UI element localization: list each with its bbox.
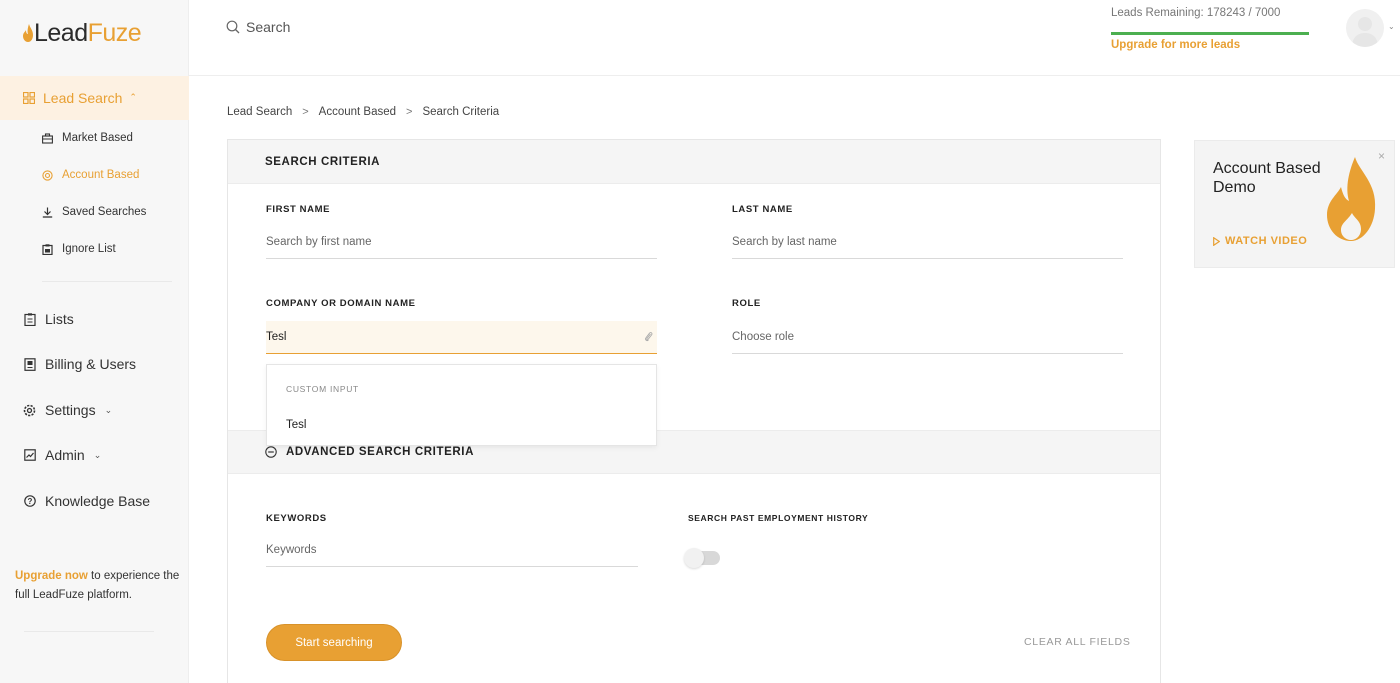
search-icon	[226, 20, 240, 34]
close-icon[interactable]: ×	[1378, 149, 1385, 163]
chevron-down-icon: ⌄	[93, 449, 102, 460]
breadcrumb-lead-search[interactable]: Lead Search	[227, 106, 292, 118]
topbar: Search Leads Remaining: 178243 / 7000 Up…	[189, 0, 1400, 76]
start-searching-button[interactable]: Start searching	[266, 624, 402, 661]
upgrade-note: Upgrade now to experience the full LeadF…	[15, 567, 185, 605]
paperclip-icon	[645, 332, 653, 342]
chevron-down-icon: ⌄	[104, 404, 113, 415]
sidebar-subitem-ignore-list[interactable]: Ignore List	[42, 239, 116, 259]
sidebar-subitem-label: Account Based	[62, 169, 140, 181]
sidebar-subitem-label: Market Based	[62, 132, 133, 144]
avatar[interactable]	[1346, 9, 1384, 47]
breadcrumb-account-based[interactable]: Account Based	[319, 106, 396, 118]
question-icon: ?	[23, 495, 36, 508]
sidebar-item-label: Billing & Users	[45, 356, 137, 372]
upgrade-now-link[interactable]: Upgrade now	[15, 570, 88, 582]
search-label: Search	[246, 19, 291, 35]
last-name-field[interactable]: Search by last name	[732, 226, 1123, 259]
advanced-search-label: ADVANCED SEARCH CRITERIA	[286, 446, 474, 458]
minus-circle-icon	[265, 446, 277, 458]
keywords-label: KEYWORDS	[266, 513, 327, 524]
breadcrumb-separator: >	[406, 106, 413, 118]
flame-logo-icon	[23, 24, 33, 42]
breadcrumb-separator: >	[302, 106, 309, 118]
clipboard-list-icon	[23, 312, 36, 326]
watch-video-label: WATCH VIDEO	[1225, 235, 1308, 247]
sidebar-item-lists[interactable]: Lists	[23, 308, 74, 330]
clipboard-icon	[42, 243, 53, 255]
sidebar-subitem-account-based[interactable]: Account Based	[42, 165, 139, 185]
sidebar-item-label: Lists	[45, 311, 74, 327]
sidebar-item-label: Admin	[45, 447, 85, 463]
card-header: SEARCH CRITERIA	[228, 140, 1160, 184]
sidebar-item-lead-search[interactable]: Lead Search ⌃	[0, 76, 189, 120]
sidebar-item-label: Lead Search	[43, 90, 123, 106]
briefcase-icon	[42, 132, 53, 144]
grid-icon	[23, 92, 35, 104]
flame-illustration-icon	[1327, 157, 1376, 241]
sidebar-item-settings[interactable]: Settings ⌄	[23, 399, 112, 421]
target-icon	[42, 169, 53, 181]
chevron-up-icon: ⌃	[129, 91, 137, 102]
document-icon	[23, 357, 36, 371]
first-name-placeholder: Search by first name	[266, 236, 372, 248]
upgrade-leads-link[interactable]: Upgrade for more leads	[1111, 39, 1240, 51]
sidebar-item-knowledge-base[interactable]: ? Knowledge Base	[23, 490, 150, 512]
sidebar-item-admin[interactable]: Admin ⌄	[23, 444, 101, 466]
watch-video-link[interactable]: WATCH VIDEO	[1213, 235, 1307, 247]
keywords-field[interactable]: Keywords	[266, 534, 638, 567]
first-name-label: FIRST NAME	[266, 204, 331, 215]
chevron-down-icon[interactable]: ⌄	[1388, 22, 1395, 31]
sidebar-item-label: Settings	[45, 402, 96, 418]
top-search[interactable]: Search	[226, 19, 290, 35]
leads-remaining: Leads Remaining: 178243 / 7000	[1111, 7, 1281, 19]
company-value: Tesl	[266, 331, 287, 343]
toggle-knob	[684, 548, 704, 568]
sidebar-subitem-label: Ignore List	[62, 243, 116, 255]
sidebar-divider	[24, 631, 154, 632]
clear-all-fields-button[interactable]: CLEAR ALL FIELDS	[1024, 636, 1131, 648]
first-name-field[interactable]: Search by first name	[266, 226, 657, 259]
company-label: COMPANY OR DOMAIN NAME	[266, 298, 416, 309]
keywords-placeholder: Keywords	[266, 544, 317, 556]
last-name-placeholder: Search by last name	[732, 236, 837, 248]
svg-text:?: ?	[27, 497, 32, 506]
past-employment-toggle[interactable]	[684, 548, 720, 568]
last-name-label: LAST NAME	[732, 204, 793, 215]
breadcrumb-search-criteria: Search Criteria	[422, 106, 500, 118]
admin-icon	[23, 449, 36, 462]
role-label: ROLE	[732, 298, 761, 309]
role-placeholder: Choose role	[732, 331, 795, 343]
sidebar-subitem-market-based[interactable]: Market Based	[42, 128, 133, 148]
sidebar-item-label: Knowledge Base	[45, 493, 151, 509]
dropdown-header: CUSTOM INPUT	[286, 384, 359, 394]
company-field[interactable]: Tesl	[266, 321, 657, 354]
sidebar-divider	[42, 281, 172, 282]
past-employment-label: SEARCH PAST EMPLOYMENT HISTORY	[688, 513, 869, 523]
role-select[interactable]: Choose role	[732, 321, 1123, 354]
search-criteria-card: SEARCH CRITERIA FIRST NAME Search by fir…	[227, 139, 1161, 683]
logo-text: LeadFuze	[34, 18, 142, 47]
sidebar-item-billing-users[interactable]: Billing & Users	[23, 353, 136, 375]
sidebar-subitem-label: Saved Searches	[62, 206, 147, 218]
breadcrumb: Lead Search > Account Based > Search Cri…	[227, 106, 499, 118]
sidebar: LeadFuze Lead Search ⌃ Market Based Acco…	[0, 0, 189, 683]
demo-card: Account Based Demo × WATCH VIDEO	[1194, 140, 1395, 268]
dropdown-option[interactable]: Tesl	[286, 419, 306, 431]
logo[interactable]: LeadFuze	[23, 18, 142, 48]
company-autocomplete-dropdown: CUSTOM INPUT Tesl	[266, 364, 657, 446]
download-icon	[42, 207, 53, 218]
leads-progress-bar	[1111, 32, 1309, 35]
gear-icon	[23, 404, 36, 417]
user-avatar-icon	[1352, 17, 1378, 47]
sidebar-subitem-saved-searches[interactable]: Saved Searches	[42, 202, 146, 222]
leads-progress-fill	[1111, 32, 1309, 35]
play-icon	[1213, 236, 1220, 246]
demo-title: Account Based Demo	[1213, 160, 1321, 196]
